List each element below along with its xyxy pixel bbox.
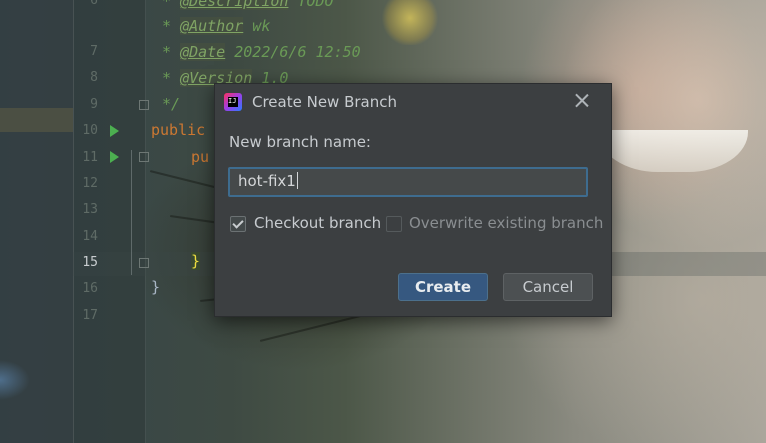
line-number: 8 <box>90 70 98 85</box>
line-number: 10 <box>82 123 98 138</box>
checkout-branch-label[interactable]: Checkout branch <box>254 214 381 232</box>
line-number: 9 <box>90 97 98 112</box>
run-gutter-icon[interactable] <box>110 125 119 137</box>
close-icon[interactable] <box>571 90 593 112</box>
project-panel-icon <box>0 360 30 400</box>
line-number: 17 <box>82 308 98 323</box>
project-panel-selection <box>0 108 73 132</box>
line-number: 6 <box>90 0 98 8</box>
line-number: 16 <box>82 281 98 296</box>
create-button[interactable]: Create <box>398 273 488 301</box>
code-line: * @Description TODO <box>162 0 334 10</box>
editor-gutter[interactable] <box>73 0 146 443</box>
code-line: * @Date 2022/6/6 12:50 <box>162 43 361 61</box>
line-number: 11 <box>82 150 98 165</box>
dialog-titlebar[interactable]: IJ Create New Branch <box>215 84 611 120</box>
fold-icon[interactable] <box>139 100 149 110</box>
branch-name-input[interactable]: hot-fix1 <box>228 167 588 197</box>
code-line-brace: } <box>191 252 201 270</box>
line-number: 13 <box>82 202 98 217</box>
code-line: public <box>151 121 206 139</box>
background-flower <box>380 0 440 45</box>
branch-name-value: hot-fix1 <box>238 172 298 190</box>
line-number: 12 <box>82 176 98 191</box>
code-line: pu <box>191 148 210 166</box>
fold-icon[interactable] <box>139 152 149 162</box>
line-number: 14 <box>82 229 98 244</box>
code-line-brace: } <box>151 278 161 296</box>
dialog-title: Create New Branch <box>252 93 398 111</box>
line-number-current: 15 <box>82 255 98 270</box>
checkout-branch-checkbox[interactable] <box>230 216 246 232</box>
branch-name-label: New branch name: <box>229 133 371 151</box>
indent-guide <box>131 150 132 275</box>
fold-icon[interactable] <box>139 258 149 268</box>
cancel-button[interactable]: Cancel <box>503 273 593 301</box>
overwrite-branch-checkbox[interactable] <box>386 216 402 232</box>
overwrite-branch-label[interactable]: Overwrite existing branch <box>409 214 603 232</box>
code-line: * @Author wk <box>162 17 271 35</box>
line-number: 7 <box>90 44 98 59</box>
code-line: */ <box>162 95 181 113</box>
intellij-app-icon-glyph: IJ <box>228 97 238 107</box>
intellij-app-icon: IJ <box>224 93 242 111</box>
run-gutter-icon[interactable] <box>110 151 119 163</box>
create-branch-dialog: IJ Create New Branch New branch name: ho… <box>214 83 612 317</box>
